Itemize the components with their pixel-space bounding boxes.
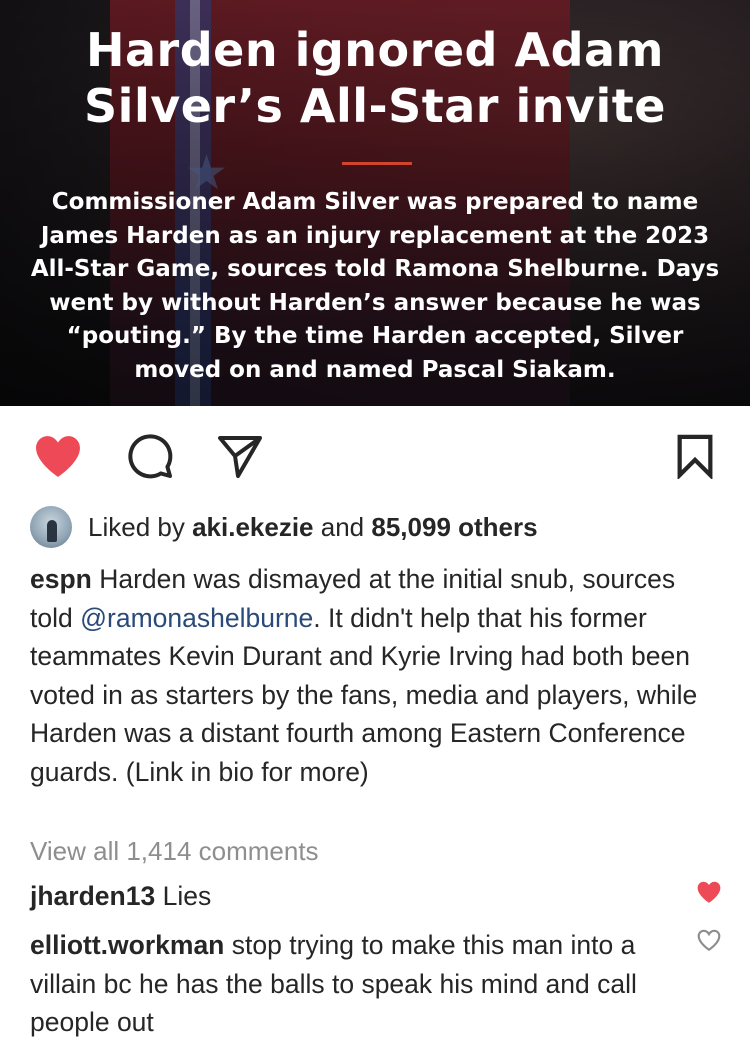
save-button[interactable] [670, 430, 720, 482]
comment-button[interactable] [124, 430, 176, 482]
heart-filled-icon [697, 881, 721, 903]
comment-row: jharden13 Lies [30, 877, 670, 916]
comment-username[interactable]: jharden13 [30, 881, 155, 911]
send-icon [218, 436, 262, 478]
comment-text: Lies [162, 881, 212, 911]
headline-divider [342, 162, 412, 165]
caption-mention[interactable]: @ramonashelburne [80, 603, 313, 633]
liked-by-user[interactable]: aki.ekezie [192, 512, 313, 543]
bookmark-icon [677, 434, 713, 479]
caption-username[interactable]: espn [30, 564, 92, 594]
post-dek: Commissioner Adam Silver was prepared to… [30, 189, 720, 383]
like-button[interactable] [30, 430, 86, 482]
comment-like-button[interactable] [696, 928, 722, 957]
post-headline: Harden ignored Adam Silver’s All-Star in… [84, 23, 666, 133]
heart-filled-icon [36, 436, 80, 477]
likes-count[interactable]: 85,099 others [371, 512, 537, 543]
liked-by-prefix: Liked by [88, 511, 185, 542]
comment-like-button[interactable] [696, 880, 722, 909]
post-caption: espn Harden was dismayed at the initial … [30, 560, 720, 791]
view-all-comments-link[interactable]: View all 1,414 comments [30, 836, 319, 867]
comment-icon [128, 434, 173, 479]
avatar[interactable] [30, 506, 72, 548]
share-button[interactable] [212, 430, 268, 482]
liked-by-and: and [320, 511, 365, 542]
liked-by-row[interactable]: Liked by aki.ekezie and 85,099 others [30, 506, 538, 548]
heart-outline-icon [697, 929, 721, 952]
comment-username[interactable]: elliott.workman [30, 930, 224, 960]
post-image[interactable]: ★ Harden ignored Adam Silver’s All-Star … [0, 0, 750, 406]
comment-row: elliott.workman stop trying to make this… [30, 926, 670, 1042]
action-bar [0, 406, 750, 506]
